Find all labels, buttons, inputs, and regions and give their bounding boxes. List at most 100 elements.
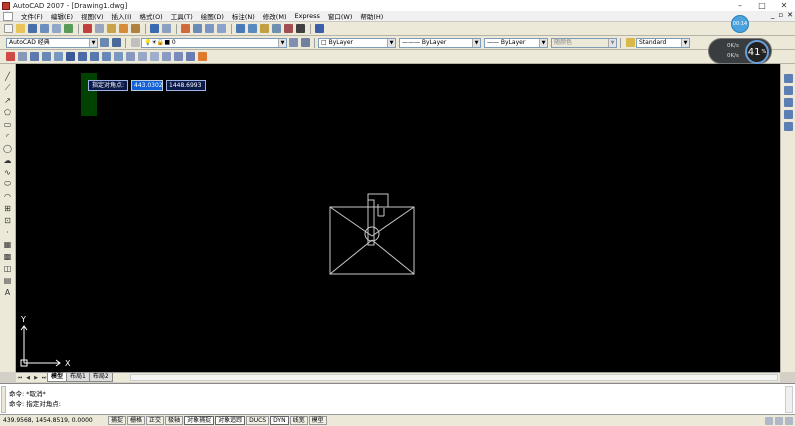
sheet-set-icon[interactable] — [272, 24, 281, 33]
extend-icon[interactable] — [126, 52, 135, 61]
osnap-toggle[interactable]: 对象捕捉 — [184, 416, 215, 425]
rotate-icon[interactable] — [78, 52, 87, 61]
help-icon[interactable] — [315, 24, 324, 33]
stretch-icon[interactable] — [102, 52, 111, 61]
recording-timer-badge[interactable]: 00:14 — [731, 15, 749, 33]
mirror-icon[interactable] — [30, 52, 39, 61]
tab-model[interactable]: 模型 — [47, 373, 68, 382]
tab-layout1[interactable]: 布局1 — [66, 373, 90, 382]
otrack-toggle[interactable]: 对象追踪 — [215, 416, 246, 425]
lineweight-dropdown[interactable]: —— ByLayer ▼ — [484, 37, 548, 48]
color-dropdown[interactable]: □ ByLayer ▼ — [318, 37, 396, 48]
menu-draw[interactable]: 绘图(D) — [197, 11, 228, 21]
coordinate-readout[interactable]: 439.9568, 1454.8519, 0.0000 — [0, 417, 108, 424]
horizontal-scrollbar[interactable] — [130, 374, 778, 381]
linetype-dropdown[interactable]: ——— ByLayer ▼ — [399, 37, 481, 48]
workspace-settings-icon[interactable] — [99, 38, 109, 47]
undo-icon[interactable] — [150, 24, 159, 33]
markup-icon[interactable] — [284, 24, 293, 33]
publish-icon[interactable] — [64, 24, 73, 33]
first-tab-button[interactable]: ⏮ — [16, 374, 24, 382]
make-block-icon[interactable]: ⊡ — [3, 216, 12, 225]
revision-cloud-icon[interactable]: ☁ — [3, 156, 12, 165]
ducs-toggle[interactable]: DUCS — [246, 416, 270, 425]
redo-icon[interactable] — [162, 24, 171, 33]
copy-object-icon[interactable] — [18, 52, 27, 61]
doc-restore-button[interactable]: ▫ — [778, 11, 783, 19]
line-icon[interactable]: ╱ — [3, 72, 12, 81]
make-current-layer-icon[interactable] — [288, 38, 298, 47]
ortho-toggle[interactable]: 正交 — [146, 416, 165, 425]
explode-icon[interactable] — [198, 52, 207, 61]
offset-icon[interactable] — [42, 52, 51, 61]
network-speed-widget[interactable]: 0K/s 0K/s 41% — [708, 38, 772, 64]
zoom-window-icon[interactable] — [205, 24, 214, 33]
layer-dropdown[interactable]: 💡☀🔓■ 0 ▼ — [141, 37, 287, 48]
menu-modify[interactable]: 修改(M) — [259, 11, 291, 21]
spline-icon[interactable]: ∿ — [3, 168, 12, 177]
join-icon[interactable] — [162, 52, 171, 61]
arc-icon[interactable]: ◜ — [3, 132, 12, 141]
ellipse-arc-icon[interactable]: ◠ — [3, 192, 12, 201]
menu-window[interactable]: 窗口(W) — [324, 11, 357, 21]
communication-center-icon[interactable] — [765, 416, 773, 425]
list-icon[interactable] — [783, 109, 793, 119]
polar-toggle[interactable]: 极轴 — [165, 416, 184, 425]
save-icon[interactable] — [28, 24, 37, 33]
dyn-toggle[interactable]: DYN — [270, 416, 289, 425]
snap-toggle[interactable]: 捕捉 — [108, 416, 127, 425]
menu-express[interactable]: Express — [290, 12, 323, 20]
clean-screen-icon[interactable] — [785, 416, 793, 425]
distance-icon[interactable] — [783, 73, 793, 83]
drawing-canvas[interactable]: 指定对角点: 443.0302 1448.6993 Y X — [16, 64, 780, 372]
lock-icon[interactable] — [775, 416, 783, 425]
layer-previous-icon[interactable] — [300, 38, 310, 47]
menu-insert[interactable]: 插入(I) — [108, 11, 136, 21]
break-at-point-icon[interactable] — [138, 52, 147, 61]
cut-icon[interactable] — [83, 24, 92, 33]
autocad-app-icon[interactable] — [2, 1, 10, 10]
command-scrollbar[interactable] — [785, 386, 793, 413]
move-icon[interactable] — [66, 52, 75, 61]
doc-close-button[interactable]: ✕ — [787, 11, 793, 19]
tool-palettes-icon[interactable] — [260, 24, 269, 33]
command-window-grip[interactable] — [1, 386, 6, 413]
menu-view[interactable]: 视图(V) — [77, 11, 108, 21]
lineweight-toggle[interactable]: 线宽 — [289, 416, 308, 425]
rectangle-icon[interactable]: ▭ — [3, 120, 12, 129]
text-style-icon[interactable] — [625, 38, 635, 47]
polyline-icon[interactable]: ↗ — [3, 96, 12, 105]
close-button[interactable]: ✕ — [773, 0, 795, 11]
workspace-dropdown[interactable]: AutoCAD 经典 ▼ — [6, 37, 98, 48]
chamfer-icon[interactable] — [174, 52, 183, 61]
break-icon[interactable] — [150, 52, 159, 61]
menu-file[interactable]: 文件(F) — [17, 11, 47, 21]
menu-dimension[interactable]: 标注(N) — [228, 11, 259, 21]
scale-icon[interactable] — [90, 52, 99, 61]
save-workspace-icon[interactable] — [111, 38, 121, 47]
point-icon[interactable]: · — [3, 228, 12, 237]
layer-manager-icon[interactable] — [130, 38, 140, 47]
menu-tools[interactable]: 工具(T) — [167, 11, 197, 21]
region-icon[interactable]: ◫ — [3, 264, 12, 273]
minimize-button[interactable]: – — [729, 0, 751, 11]
pan-icon[interactable] — [181, 24, 190, 33]
table-icon[interactable]: ▤ — [3, 276, 12, 285]
new-file-icon[interactable] — [4, 24, 13, 33]
polygon-icon[interactable]: ⬠ — [3, 108, 12, 117]
zoom-realtime-icon[interactable] — [193, 24, 202, 33]
circle-icon[interactable]: ◯ — [3, 144, 12, 153]
erase-icon[interactable] — [6, 52, 15, 61]
text-style-dropdown[interactable]: Standard ▼ — [636, 37, 690, 48]
tab-layout2[interactable]: 布局2 — [88, 373, 113, 382]
hatch-icon[interactable]: ▦ — [3, 240, 12, 249]
trim-icon[interactable] — [114, 52, 123, 61]
block-editor-icon[interactable] — [131, 24, 140, 33]
zoom-previous-icon[interactable] — [217, 24, 226, 33]
properties-icon[interactable] — [236, 24, 245, 33]
array-icon[interactable] — [54, 52, 63, 61]
fillet-icon[interactable] — [186, 52, 195, 61]
area-icon[interactable] — [783, 85, 793, 95]
document-icon[interactable] — [3, 11, 13, 21]
paste-icon[interactable] — [107, 24, 116, 33]
